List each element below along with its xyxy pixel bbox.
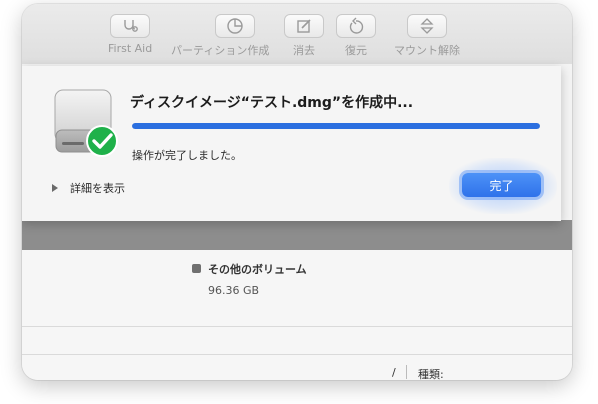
partition-label: パーティション作成 [171,44,270,57]
restore-label: 復元 [345,44,367,57]
partition-button[interactable]: パーティション作成 [171,14,269,58]
divider [22,354,572,355]
divider [22,326,572,327]
erase-icon [284,14,324,38]
show-details-toggle[interactable]: 詳細を表示 [52,180,125,196]
sheet-title: ディスクイメージ“テスト.dmg”を作成中... [130,95,414,111]
partition-map-bar [22,220,572,250]
restore-icon [336,14,376,38]
done-button[interactable]: 完了 [462,173,541,197]
mount-point-value: / [392,366,396,379]
volume-size: 96.36 GB [208,284,260,297]
progress-fill [132,123,540,129]
stethoscope-icon [110,14,151,38]
disk-image-check-icon [53,88,119,164]
status-text: 操作が完了しました。 [132,149,242,162]
first-aid-label: First Aid [108,42,153,55]
partition-pie-icon [215,14,256,38]
restore-button[interactable]: 復元 [336,14,376,58]
toolbar: First Aid パーティション作成 消去 復元 マウント解除 [22,4,572,64]
first-aid-button[interactable]: First Aid [108,14,152,55]
erase-label: 消去 [293,44,315,57]
disclosure-triangle-icon [52,184,58,192]
unmount-label: マウント解除 [394,44,460,57]
show-details-label: 詳細を表示 [70,182,125,195]
progress-bar [132,123,540,129]
volume-info-panel: その他のボリューム 96.36 GB / 種類: [22,250,572,380]
unmount-button[interactable]: マウント解除 [394,14,460,58]
kind-label: 種類: [418,368,444,380]
column-separator [406,365,407,379]
volume-name: その他のボリューム [208,263,307,276]
unmount-icon [407,14,447,38]
disk-utility-window: First Aid パーティション作成 消去 復元 マウント解除 ディスクイメー… [22,4,572,380]
volume-color-swatch [192,264,201,273]
disk-image-progress-sheet: ディスクイメージ“テスト.dmg”を作成中... 操作が完了しました。 詳細を表… [22,66,561,221]
erase-button[interactable]: 消去 [284,14,324,58]
